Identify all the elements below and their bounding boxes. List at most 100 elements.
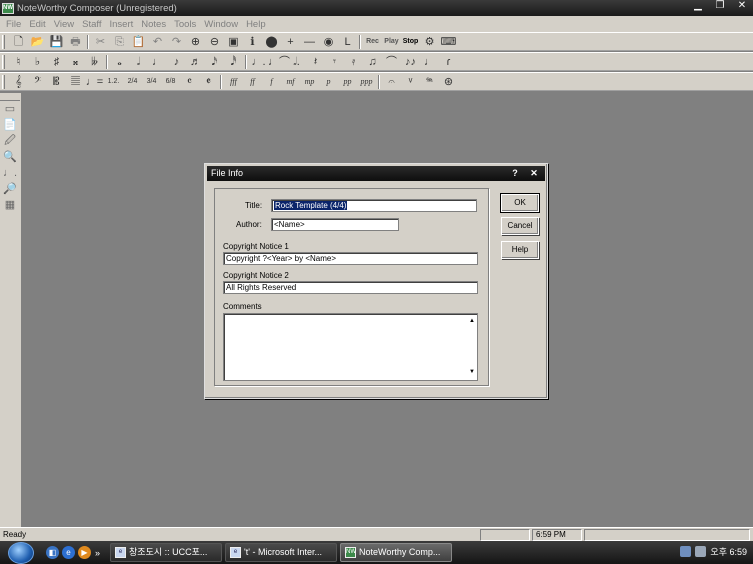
lyrics-icon[interactable]: L: [338, 34, 357, 50]
stem-icon[interactable]: ɾ: [439, 54, 458, 70]
dynamic-mp-button[interactable]: mp: [300, 74, 319, 90]
comments-textarea[interactable]: ▲ ▼: [223, 313, 478, 381]
chevron-right-icon[interactable]: »: [95, 548, 100, 558]
minimize-button[interactable]: ▁: [687, 0, 709, 13]
grace-note-icon[interactable]: ♩: [420, 54, 439, 70]
menu-view[interactable]: View: [50, 19, 78, 30]
start-button[interactable]: [8, 541, 34, 564]
alto-clef-icon[interactable]: 𝄡: [47, 74, 66, 90]
dynamic-p-button[interactable]: p: [319, 74, 338, 90]
menu-edit[interactable]: Edit: [25, 19, 49, 30]
ok-button[interactable]: OK: [500, 193, 540, 213]
half-note-icon[interactable]: 𝅗𝅥: [129, 54, 148, 70]
menu-help[interactable]: Help: [242, 19, 270, 30]
toolbar-grip[interactable]: [2, 74, 5, 89]
print-icon[interactable]: 🖶: [66, 34, 85, 50]
triplet-icon[interactable]: ♪♪: [401, 54, 420, 70]
midi-icon[interactable]: ⚙: [420, 34, 439, 50]
dynamic-ff-button[interactable]: ff: [243, 74, 262, 90]
page-icon[interactable]: ▭: [0, 101, 20, 117]
info-icon[interactable]: ℹ: [243, 34, 262, 50]
dynamic-pp-button[interactable]: pp: [338, 74, 357, 90]
menu-notes[interactable]: Notes: [137, 19, 170, 30]
clock[interactable]: 오후 6:59: [710, 545, 747, 558]
keyboard-icon[interactable]: ⌨: [439, 34, 458, 50]
scroll-up-icon[interactable]: ▲: [469, 316, 475, 327]
sixteenth-rest-icon[interactable]: 𝄿: [344, 54, 363, 70]
left-toolbar-grip[interactable]: [0, 93, 20, 101]
ending-icon[interactable]: 1.2.: [104, 74, 123, 90]
sixtyfourth-note-icon[interactable]: 𝅘𝅥𝅰: [224, 54, 243, 70]
whole-note-icon[interactable]: 𝅝: [110, 54, 129, 70]
menu-file[interactable]: File: [2, 19, 25, 30]
treble-clef-icon[interactable]: 𝄞: [9, 74, 28, 90]
record-button[interactable]: Rec: [363, 34, 382, 50]
dynamic-f-button[interactable]: f: [262, 74, 281, 90]
pedal-release-icon[interactable]: ⊛: [439, 74, 458, 90]
quarter-note-icon[interactable]: ♩: [148, 54, 167, 70]
menu-tools[interactable]: Tools: [170, 19, 200, 30]
copyright2-field[interactable]: All Rights Reserved: [223, 281, 478, 294]
eighth-note-icon[interactable]: ♪: [167, 54, 186, 70]
double-sharp-icon[interactable]: 𝄪: [66, 54, 85, 70]
desktop-icon[interactable]: ◧: [46, 546, 59, 559]
paste-icon[interactable]: 📋: [129, 34, 148, 50]
tempo-icon[interactable]: ♩=: [85, 74, 104, 90]
toolbar-grip[interactable]: [2, 34, 5, 49]
bass-clef-icon[interactable]: 𝄢: [28, 74, 47, 90]
double-flat-icon[interactable]: 𝄫: [85, 54, 104, 70]
cut-time-icon[interactable]: 𝄵: [199, 74, 218, 90]
dynamic-fff-button[interactable]: fff: [224, 74, 243, 90]
thirtysecond-note-icon[interactable]: 𝅘𝅥𝅯: [205, 54, 224, 70]
time-sig-2-4-icon[interactable]: 2/4: [123, 74, 142, 90]
menu-insert[interactable]: Insert: [105, 19, 137, 30]
network-icon[interactable]: [680, 546, 692, 557]
save-icon[interactable]: 💾: [47, 34, 66, 50]
time-sig-6-8-icon[interactable]: 6/8: [161, 74, 180, 90]
pedal-icon[interactable]: 𝆮: [420, 74, 439, 90]
sixteenth-note-icon[interactable]: ♬: [186, 54, 205, 70]
instrument-icon[interactable]: ◉: [319, 34, 338, 50]
common-time-icon[interactable]: 𝄴: [180, 74, 199, 90]
cut-icon[interactable]: ✂: [91, 34, 110, 50]
fermata-icon[interactable]: 𝄐: [382, 74, 401, 90]
ie-icon[interactable]: e: [62, 546, 75, 559]
redo-icon[interactable]: ↷: [167, 34, 186, 50]
key-signature-icon[interactable]: 𝄚: [66, 74, 85, 90]
cancel-button[interactable]: Cancel: [501, 217, 539, 235]
time-sig-3-4-icon[interactable]: 3/4: [142, 74, 161, 90]
zoom-out-icon[interactable]: ⊖: [205, 34, 224, 50]
play-button[interactable]: Play: [382, 34, 401, 50]
dotted-note-icon[interactable]: ♩.: [249, 54, 268, 70]
flat-icon[interactable]: ♭: [28, 54, 47, 70]
breath-mark-icon[interactable]: ᵛ: [401, 74, 420, 90]
restore-button[interactable]: ❐: [709, 0, 731, 13]
copyright1-field[interactable]: Copyright ?<Year> by <Name>: [223, 252, 478, 265]
help-button[interactable]: Help: [501, 241, 539, 259]
menu-staff[interactable]: Staff: [78, 19, 105, 30]
stop-button[interactable]: Stop: [401, 34, 420, 50]
open-icon[interactable]: 📂: [28, 34, 47, 50]
close-button[interactable]: ✕: [731, 0, 753, 13]
staff-properties-icon[interactable]: ⬤: [262, 34, 281, 50]
volume-icon[interactable]: [695, 546, 707, 557]
natural-icon[interactable]: ♮: [9, 54, 28, 70]
task-button-1[interactable]: e 창조도시 :: UCC포...: [110, 543, 223, 562]
tile-icon[interactable]: ▦: [0, 197, 20, 213]
close-icon[interactable]: ✕: [526, 167, 542, 179]
page-view-icon[interactable]: ▣: [224, 34, 243, 50]
menu-window[interactable]: Window: [200, 19, 242, 30]
dynamic-ppp-button[interactable]: ppp: [357, 74, 376, 90]
quarter-rest-icon[interactable]: 𝄽: [306, 54, 325, 70]
zoom-in-icon[interactable]: ⊕: [186, 34, 205, 50]
zoom-icon[interactable]: 🔎: [0, 181, 20, 197]
task-button-3[interactable]: NW NoteWorthy Comp...: [340, 543, 453, 562]
scroll-down-icon[interactable]: ▼: [469, 367, 475, 378]
task-button-2[interactable]: e 't' - Microsoft Inter...: [225, 543, 338, 562]
title-field[interactable]: Rock Template (4/4): [271, 199, 477, 212]
undo-icon[interactable]: ↶: [148, 34, 167, 50]
preview-icon[interactable]: 🔍: [0, 149, 20, 165]
media-player-icon[interactable]: ▶: [78, 546, 91, 559]
author-field[interactable]: <Name>: [271, 218, 399, 231]
tied-note-icon[interactable]: ♩⌒: [268, 54, 290, 70]
